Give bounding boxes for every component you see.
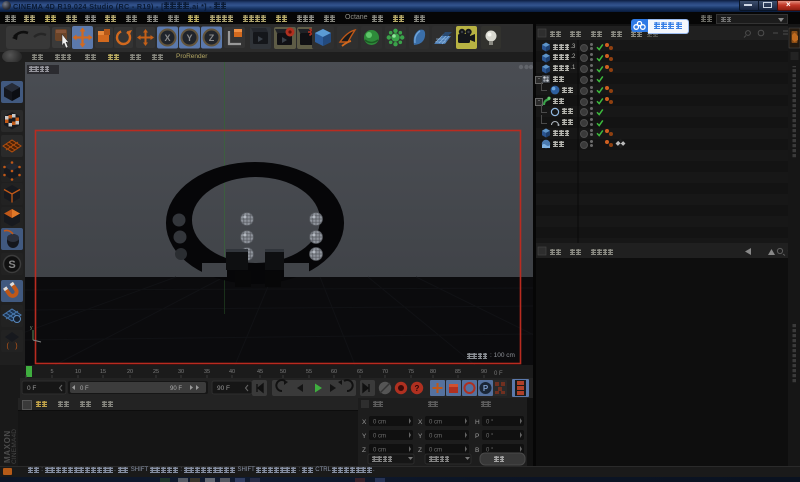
svg-text:0 cm: 0 cm <box>429 434 442 440</box>
svg-text:25: 25 <box>153 369 159 375</box>
svg-text:0 °: 0 ° <box>486 434 494 440</box>
svg-text:0 F: 0 F <box>494 371 503 377</box>
svg-text:20: 20 <box>127 369 133 375</box>
svg-text:90 F: 90 F <box>170 386 182 392</box>
svg-text:80: 80 <box>430 369 436 375</box>
svg-text:0 cm: 0 cm <box>373 448 386 454</box>
svg-text:45: 45 <box>257 369 263 375</box>
svg-text:0 F: 0 F <box>80 386 89 392</box>
svg-text:P: P <box>483 384 489 393</box>
svg-text:B: B <box>475 447 479 454</box>
svg-text:0 cm: 0 cm <box>373 420 386 426</box>
svg-text:60: 60 <box>331 369 337 375</box>
svg-text:75: 75 <box>408 369 414 375</box>
svg-text:10: 10 <box>75 369 81 375</box>
svg-text:H: H <box>475 419 480 426</box>
svg-text:( ): ( ) <box>6 343 19 351</box>
svg-text:40: 40 <box>229 369 235 375</box>
svg-text:Y: Y <box>362 433 367 440</box>
svg-text:0 cm: 0 cm <box>429 448 442 454</box>
svg-text:0 °: 0 ° <box>486 420 494 426</box>
svg-text:P: P <box>475 433 479 440</box>
svg-text:Y: Y <box>186 33 192 43</box>
svg-text:50: 50 <box>280 369 286 375</box>
svg-text:15: 15 <box>100 369 106 375</box>
svg-text:90: 90 <box>481 369 487 375</box>
svg-text:X: X <box>164 33 170 43</box>
svg-text:X: X <box>418 419 423 426</box>
svg-text:Z: Z <box>209 33 215 43</box>
svg-text:0 cm: 0 cm <box>373 434 386 440</box>
svg-text:55: 55 <box>306 369 312 375</box>
svg-text:0 F: 0 F <box>27 385 36 392</box>
svg-text:30: 30 <box>178 369 184 375</box>
svg-text:?: ? <box>415 384 420 393</box>
svg-text:0 cm: 0 cm <box>429 420 442 426</box>
svg-text:70: 70 <box>382 369 388 375</box>
svg-text:90 F: 90 F <box>217 385 230 392</box>
svg-text:35: 35 <box>204 369 210 375</box>
svg-text:85: 85 <box>455 369 461 375</box>
svg-text:65: 65 <box>357 369 363 375</box>
svg-text:X: X <box>362 419 367 426</box>
svg-text:Y: Y <box>418 433 423 440</box>
svg-text:Z: Z <box>418 447 422 454</box>
svg-text:Z: Z <box>362 447 366 454</box>
svg-text:5: 5 <box>50 369 53 375</box>
svg-text:S: S <box>8 259 15 271</box>
